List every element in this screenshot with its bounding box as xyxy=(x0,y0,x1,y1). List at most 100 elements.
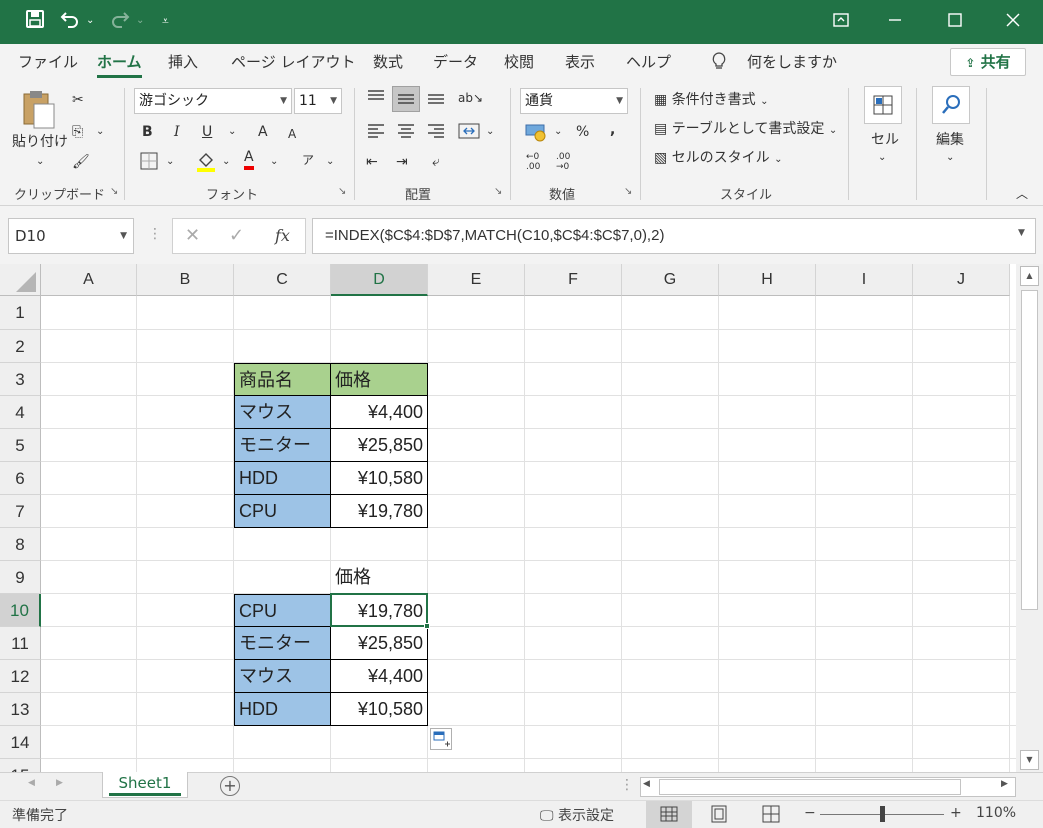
align-right-icon[interactable] xyxy=(426,122,446,146)
paste-dropdown-icon[interactable]: ⌄ xyxy=(36,152,44,172)
quick-analysis-button[interactable] xyxy=(430,728,452,750)
borders-dropdown-icon[interactable]: ⌄ xyxy=(166,152,174,172)
row-header-9[interactable]: 9 xyxy=(0,561,41,594)
cell-d11[interactable]: ¥25,850 xyxy=(331,627,428,660)
cells-label[interactable]: セル xyxy=(871,130,899,150)
font-color-dropdown-icon[interactable]: ⌄ xyxy=(270,152,278,172)
row-header-8[interactable]: 8 xyxy=(0,528,41,561)
cancel-icon[interactable]: ✕ xyxy=(185,225,200,246)
clipboard-launcher-icon[interactable]: ↘ xyxy=(110,186,118,197)
cell-d7[interactable]: ¥19,780 xyxy=(331,495,428,528)
comma-button[interactable]: , xyxy=(610,120,615,140)
cell-c6[interactable]: HDD xyxy=(234,462,331,495)
italic-button[interactable]: I xyxy=(174,122,180,142)
row-header-6[interactable]: 6 xyxy=(0,462,41,495)
page-break-view-icon[interactable] xyxy=(762,805,780,827)
conditional-formatting-button[interactable]: ▦ 条件付き書式 ⌄ xyxy=(654,90,769,112)
cell-c12[interactable]: マウス xyxy=(234,660,331,693)
add-sheet-icon[interactable]: + xyxy=(220,776,240,796)
row-header-5[interactable]: 5 xyxy=(0,429,41,462)
row-header-2[interactable]: 2 xyxy=(0,330,41,363)
phonetic-dropdown-icon[interactable]: ⌄ xyxy=(326,152,334,172)
undo-icon[interactable] xyxy=(60,10,80,34)
font-launcher-icon[interactable]: ↘ xyxy=(338,186,346,197)
row-header-7[interactable]: 7 xyxy=(0,495,41,528)
cell-d5[interactable]: ¥25,850 xyxy=(331,429,428,462)
cells-icon[interactable] xyxy=(864,86,902,124)
cells-dropdown-icon[interactable]: ⌄ xyxy=(878,148,886,168)
page-layout-view-icon[interactable] xyxy=(710,805,728,827)
scroll-down-icon[interactable]: ▼ xyxy=(1020,750,1039,770)
orientation-icon[interactable]: ab↘ xyxy=(458,88,483,108)
minimize-icon[interactable] xyxy=(880,8,910,36)
editing-dropdown-icon[interactable]: ⌄ xyxy=(946,148,954,168)
copy-dropdown-icon[interactable]: ⌄ xyxy=(96,122,104,142)
decrease-indent-icon[interactable]: ⇤ xyxy=(366,152,378,172)
accounting-dropdown-icon[interactable]: ⌄ xyxy=(554,122,562,142)
alignment-launcher-icon[interactable]: ↘ xyxy=(494,186,502,197)
increase-indent-icon[interactable]: ⇥ xyxy=(396,152,408,172)
insert-function-button[interactable]: fx xyxy=(275,226,290,245)
tab-page-layout[interactable]: ページ レイアウト xyxy=(231,52,355,72)
ribbon-display-icon[interactable] xyxy=(826,8,856,36)
cell-d12[interactable]: ¥4,400 xyxy=(331,660,428,693)
customize-qat-icon[interactable]: ⩡ xyxy=(162,10,169,32)
select-all-button[interactable] xyxy=(0,264,41,296)
row-header-11[interactable]: 11 xyxy=(0,627,41,660)
collapse-ribbon-icon[interactable]: ︿ xyxy=(1016,184,1028,204)
align-middle-icon[interactable] xyxy=(392,86,420,112)
column-header-b[interactable]: B xyxy=(137,264,234,296)
tab-review[interactable]: 校閲 xyxy=(504,52,534,72)
underline-dropdown-icon[interactable]: ⌄ xyxy=(228,122,236,142)
cell-d13[interactable]: ¥10,580 xyxy=(331,693,428,726)
drag-handle-icon[interactable]: ⋮ xyxy=(148,226,162,242)
column-header-a[interactable]: A xyxy=(41,264,137,296)
cell-c7[interactable]: CPU xyxy=(234,495,331,528)
name-box[interactable]: D10 ▼ xyxy=(8,218,134,254)
formula-input[interactable]: =INDEX($C$4:$D$7,MATCH(C10,$C$4:$C$7,0),… xyxy=(312,218,1036,254)
tell-me-search[interactable]: 何をしますか xyxy=(747,52,837,72)
row-header-15[interactable]: 15 xyxy=(0,759,41,772)
cell-c3[interactable]: 商品名 xyxy=(234,363,331,396)
row-header-1[interactable]: 1 xyxy=(0,296,41,330)
phonetic-button[interactable]: ア xyxy=(302,150,314,170)
row-header-10[interactable]: 10 xyxy=(0,594,41,627)
row-header-12[interactable]: 12 xyxy=(0,660,41,693)
row-header-13[interactable]: 13 xyxy=(0,693,41,726)
fill-color-dropdown-icon[interactable]: ⌄ xyxy=(222,152,230,172)
align-top-icon[interactable] xyxy=(366,88,386,112)
align-center-icon[interactable] xyxy=(396,122,416,146)
zoom-level[interactable]: 110% xyxy=(976,805,1016,821)
sheet-tab-sheet1[interactable]: Sheet1 xyxy=(102,772,188,798)
underline-button[interactable]: U xyxy=(202,122,212,142)
cell-d3[interactable]: 価格 xyxy=(331,363,428,396)
column-header-j[interactable]: J xyxy=(913,264,1010,296)
align-left-icon[interactable] xyxy=(366,122,386,146)
scroll-left-icon[interactable]: ◀ xyxy=(643,779,650,789)
tab-insert[interactable]: 挿入 xyxy=(168,52,198,72)
decrease-decimal-icon[interactable]: .00 →0 xyxy=(556,152,570,172)
display-settings-button[interactable]: 🖵 表示設定 xyxy=(540,805,614,825)
cell-d6[interactable]: ¥10,580 xyxy=(331,462,428,495)
tab-home[interactable]: ホーム xyxy=(97,52,142,78)
increase-decimal-icon[interactable]: ←0.00 xyxy=(526,152,540,172)
expand-formula-icon[interactable]: ▼ xyxy=(1018,228,1025,238)
fill-color-icon[interactable] xyxy=(196,150,216,178)
zoom-in-button[interactable]: + xyxy=(950,805,962,821)
scroll-right-icon[interactable]: ▶ xyxy=(1001,779,1008,789)
cell-c11[interactable]: モニター xyxy=(234,627,331,660)
cut-icon[interactable]: ✂ xyxy=(72,90,84,110)
shrink-font-button[interactable]: A xyxy=(288,124,296,144)
spreadsheet-grid[interactable]: ABCDEFGHIJ 123456789101112131415 商品名価格マウ… xyxy=(0,264,1016,772)
copy-icon[interactable]: ⎘ xyxy=(72,122,83,142)
enter-icon[interactable]: ✓ xyxy=(229,225,244,246)
wrap-text-icon[interactable]: ⤶ xyxy=(432,152,440,172)
zoom-out-button[interactable]: − xyxy=(804,805,816,821)
column-header-f[interactable]: F xyxy=(525,264,622,296)
tab-splitter-icon[interactable]: ⋮ xyxy=(620,777,634,793)
number-launcher-icon[interactable]: ↘ xyxy=(624,186,632,197)
format-as-table-button[interactable]: ▤ テーブルとして書式設定 ⌄ xyxy=(654,119,837,141)
format-painter-icon[interactable]: 🖌 xyxy=(72,152,90,172)
maximize-icon[interactable] xyxy=(940,8,970,36)
tab-file[interactable]: ファイル xyxy=(18,52,78,72)
